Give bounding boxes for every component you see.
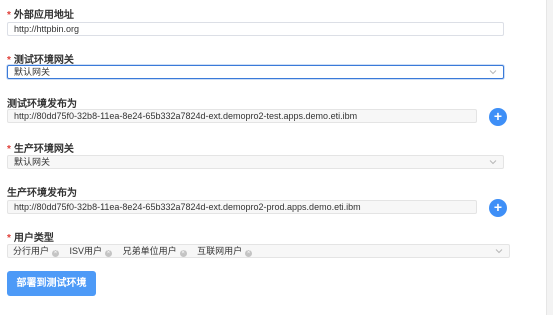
test-publish-url[interactable]: http://80dd75f0-32b8-11ea-8e24-65b332a78… <box>7 109 477 123</box>
prod-publish-label: 生产环境发布为 <box>7 188 77 199</box>
external-url-label: * 外部应用地址 <box>7 10 74 21</box>
remove-tag-icon[interactable]: × <box>52 250 60 257</box>
user-type-tag: 分行用户 × <box>13 246 60 257</box>
remove-tag-icon[interactable]: × <box>245 250 253 257</box>
required-asterisk: * <box>7 144 11 155</box>
remove-tag-icon[interactable]: × <box>105 250 113 257</box>
test-gateway-select[interactable]: 默认网关 <box>7 65 504 79</box>
user-type-tag: 互联网用户 × <box>197 246 253 257</box>
prod-publish-url[interactable]: http://80dd75f0-32b8-11ea-8e24-65b332a78… <box>7 200 477 214</box>
required-asterisk: * <box>7 10 11 21</box>
add-prod-publish-button[interactable]: + <box>489 199 507 217</box>
user-type-label: * 用户类型 <box>7 233 54 244</box>
window-edge <box>546 0 553 315</box>
test-gateway-label: * 测试环境网关 <box>7 55 74 66</box>
chevron-down-icon <box>495 249 503 254</box>
prod-gateway-select[interactable]: 默认网关 <box>7 155 504 169</box>
test-publish-label: 测试环境发布为 <box>7 99 77 110</box>
chevron-down-icon <box>489 160 497 165</box>
add-test-publish-button[interactable]: + <box>489 108 507 126</box>
chevron-down-icon <box>489 70 497 75</box>
prod-gateway-label: * 生产环境网关 <box>7 144 74 155</box>
required-asterisk: * <box>7 233 11 244</box>
user-type-tag: 兄弟单位用户 × <box>122 246 187 257</box>
user-type-multiselect[interactable]: 分行用户 × ISV用户 × 兄弟单位用户 × 互联网用户 × <box>7 244 510 258</box>
user-type-tag: ISV用户 × <box>69 246 113 257</box>
external-url-input[interactable]: http://httpbin.org <box>7 22 504 36</box>
deploy-to-test-button[interactable]: 部署到测试环境 <box>7 271 96 296</box>
remove-tag-icon[interactable]: × <box>179 250 187 257</box>
